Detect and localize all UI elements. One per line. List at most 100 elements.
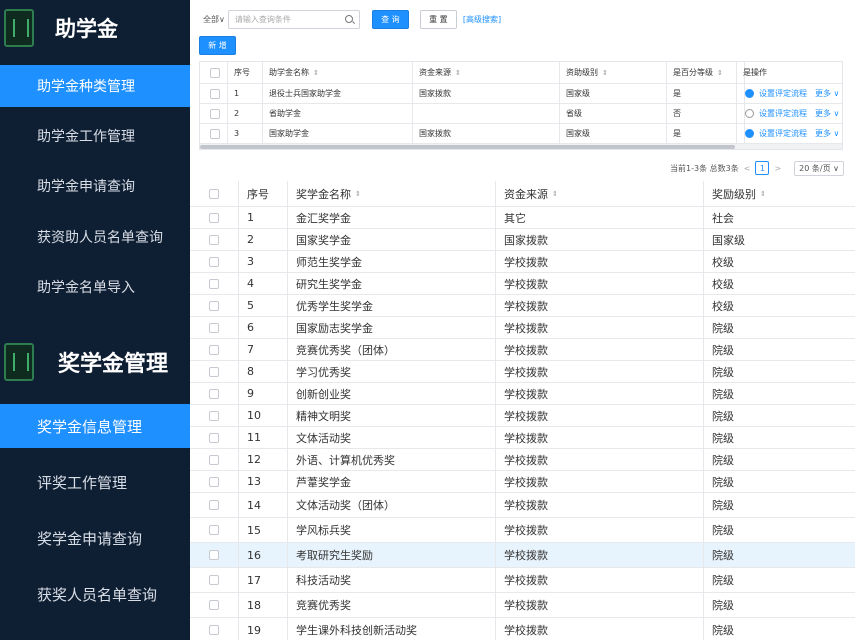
add-button[interactable]: 新 增 (199, 36, 236, 55)
row-checkbox[interactable] (209, 212, 219, 223)
sort-icon[interactable]: ⇕ (760, 190, 766, 198)
set-flow-link[interactable]: 设置评定流程 (759, 128, 807, 139)
table-cell (413, 104, 560, 123)
table-cell: 文体活动奖（团体） (288, 493, 496, 517)
brand-grant: 助学金 (0, 2, 190, 54)
sidebar-item-grant-3[interactable]: 助学金申请查询 (0, 165, 190, 207)
row-checkbox[interactable] (209, 432, 219, 443)
table-row[interactable]: 3 师范生奖学金 学校拨款 校级 (190, 251, 855, 273)
table-row[interactable]: 16 考取研究生奖励 学校拨款 院级 (190, 543, 855, 568)
row-checkbox[interactable] (209, 600, 219, 610)
table-row[interactable]: 12 外语、计算机优秀奖 学校拨款 院级 (190, 449, 855, 471)
row-checkbox[interactable] (209, 234, 219, 245)
sidebar-item-scholarship-1[interactable]: 奖学金信息管理 (0, 404, 190, 448)
reset-button[interactable]: 重 置 (419, 9, 457, 29)
row-checkbox[interactable] (209, 550, 219, 560)
more-dropdown[interactable]: 更多 ∨ (815, 128, 839, 139)
sidebar-item-scholarship-3[interactable]: 奖学金申请查询 (0, 516, 190, 560)
status-toggle[interactable] (745, 89, 754, 98)
row-checkbox[interactable] (209, 410, 219, 421)
sort-icon[interactable]: ⇕ (552, 190, 558, 198)
row-checkbox[interactable] (209, 575, 219, 585)
sort-icon[interactable]: ⇕ (717, 69, 723, 77)
table-row[interactable]: 5 优秀学生奖学金 学校拨款 校级 (190, 295, 855, 317)
row-checkbox[interactable] (209, 625, 219, 635)
table-cell: 学校拨款 (496, 383, 704, 404)
scope-select[interactable]: 全部∨ (203, 14, 225, 25)
page-1-button[interactable]: 1 (755, 161, 770, 175)
query-button[interactable]: 查 询 (371, 9, 409, 29)
grant-table: 序号 助学金名称 ⇕ 资金来源 ⇕ 资助级别 ⇕ 是百分等级 ⇕ 是操作 1 退役士兵国家助学金 国家拨… (199, 61, 843, 150)
scrollbar-thumb[interactable] (200, 145, 735, 149)
table-cell: 国家拨款 (413, 84, 560, 103)
table-row[interactable]: 8 学习优秀奖 学校拨款 院级 (190, 361, 855, 383)
sidebar-item-grant-2[interactable]: 助学金工作管理 (0, 115, 190, 157)
row-checkbox[interactable] (210, 128, 220, 139)
sidebar-item-scholarship-4[interactable]: 获奖人员名单查询 (0, 572, 190, 616)
table-row[interactable]: 1 金汇奖学金 其它 社会 (190, 207, 855, 229)
table-cell: 11 (239, 427, 288, 448)
prev-page-button[interactable]: < (744, 164, 751, 173)
row-checkbox[interactable] (209, 476, 219, 487)
sidebar-item-grant-1[interactable]: 助学金种类管理 (0, 65, 190, 107)
search-input[interactable]: 请输入查询条件 (227, 9, 360, 29)
scholarship-table: 序号 奖学金名称 ⇕ 资金来源 ⇕ 奖励级别 ⇕ 1 金汇奖学金 其它 社会 2 国家奖学金 国家拨款 国家… (190, 181, 855, 640)
table-row[interactable]: 14 文体活动奖（团体） 学校拨款 院级 (190, 493, 855, 518)
table-row[interactable]: 18 竞赛优秀奖 学校拨款 院级 (190, 593, 855, 618)
status-toggle[interactable] (745, 129, 754, 138)
table-row[interactable]: 7 竞赛优秀奖（团体） 学校拨款 院级 (190, 339, 855, 361)
row-checkbox[interactable] (209, 388, 219, 399)
table-cell (190, 618, 239, 640)
sort-icon[interactable]: ⇕ (313, 69, 319, 77)
table-row[interactable]: 13 芦葦奖学金 学校拨款 院级 (190, 471, 855, 493)
table-row[interactable]: 17 科技活动奖 学校拨款 院级 (190, 568, 855, 593)
set-flow-link[interactable]: 设置评定流程 (759, 108, 807, 119)
table-cell: 精神文明奖 (288, 405, 496, 426)
select-all-checkbox[interactable] (209, 188, 219, 199)
select-all-checkbox[interactable] (210, 67, 220, 78)
row-checkbox[interactable] (210, 108, 220, 119)
next-page-button[interactable]: > (774, 164, 781, 173)
table-cell (190, 181, 239, 206)
sidebar-item-grant-4[interactable]: 获资助人员名单查询 (0, 216, 190, 258)
grant-table-row: 1 退役士兵国家助学金 国家拨款 国家级是设置评定流程 更多 ∨ (200, 84, 842, 104)
table-row[interactable]: 9 创新创业奖 学校拨款 院级 (190, 383, 855, 405)
table-row[interactable]: 6 国家励志奖学金 学校拨款 院级 (190, 317, 855, 339)
status-toggle[interactable] (745, 109, 754, 118)
table-cell: 国家级 (560, 124, 667, 143)
sidebar-item-grant-5[interactable]: 助学金名单导入 (0, 266, 190, 308)
row-checkbox[interactable] (209, 300, 219, 311)
sort-icon[interactable]: ⇕ (355, 190, 361, 198)
row-checkbox[interactable] (209, 454, 219, 465)
table-cell: 师范生奖学金 (288, 251, 496, 272)
row-checkbox[interactable] (209, 322, 219, 333)
set-flow-link[interactable]: 设置评定流程 (759, 88, 807, 99)
page-size-select[interactable]: 20 条/页 ∨ (794, 160, 844, 176)
search-icon[interactable] (344, 14, 353, 23)
table-row[interactable]: 4 研究生奖学金 学校拨款 校级 (190, 273, 855, 295)
row-checkbox[interactable] (209, 278, 219, 289)
sort-icon[interactable]: ⇕ (602, 69, 608, 77)
row-checkbox[interactable] (209, 256, 219, 267)
more-dropdown[interactable]: 更多 ∨ (815, 88, 839, 99)
table-cell: 院级 (712, 599, 734, 612)
table-cell: 国家拨款 (496, 229, 704, 250)
row-checkbox[interactable] (209, 344, 219, 355)
row-checkbox[interactable] (209, 366, 219, 377)
sidebar-item-scholarship-2[interactable]: 评奖工作管理 (0, 460, 190, 504)
row-checkbox[interactable] (209, 500, 219, 510)
table-row[interactable]: 2 国家奖学金 国家拨款 国家级 (190, 229, 855, 251)
more-dropdown[interactable]: 更多 ∨ (815, 108, 839, 119)
table-row[interactable]: 11 文体活动奖 学校拨款 院级 (190, 427, 855, 449)
table-row[interactable]: 19 学生课外科技创新活动奖 学校拨款 院级 (190, 618, 855, 640)
table-cell (190, 405, 239, 426)
advanced-search-link[interactable]: [高级搜索] (463, 14, 501, 25)
row-checkbox[interactable] (210, 88, 220, 99)
sort-icon[interactable]: ⇕ (455, 69, 461, 77)
table-cell: 12 (239, 449, 288, 470)
column-header: 助学金名称 ⇕ (263, 62, 413, 83)
horizontal-scrollbar[interactable] (200, 144, 842, 149)
table-row[interactable]: 15 学风标兵奖 学校拨款 院级 (190, 518, 855, 543)
table-row[interactable]: 10 精神文明奖 学校拨款 院级 (190, 405, 855, 427)
row-checkbox[interactable] (209, 525, 219, 535)
